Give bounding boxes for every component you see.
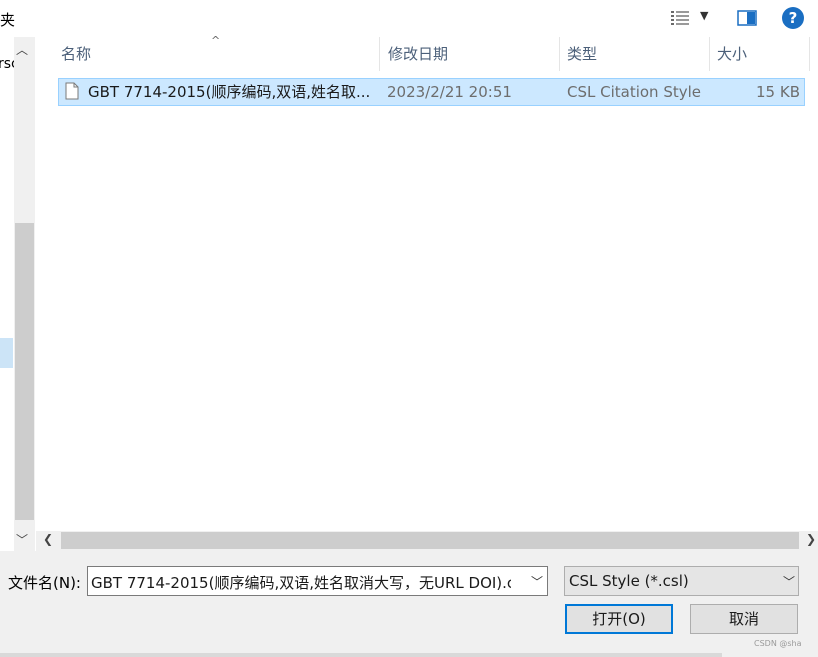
watermark: CSDN @sha <box>754 639 802 648</box>
file-name: GBT 7714-2015(顺序编码,双语,姓名取... <box>88 83 371 101</box>
toolbar <box>0 0 818 37</box>
column-header-size[interactable]: 大小 <box>709 37 809 71</box>
sort-ascending-icon: ^ <box>211 34 221 47</box>
open-button[interactable]: 打开(O) <box>565 604 673 634</box>
scroll-down-icon[interactable]: ﹀ <box>16 531 28 548</box>
file-type: CSL Citation Style <box>567 83 702 101</box>
nav-selected-highlight <box>0 338 13 368</box>
chevron-down-icon[interactable]: ﹀ <box>531 573 543 590</box>
help-icon[interactable]: ? <box>782 7 804 29</box>
column-header-type[interactable]: 类型 <box>559 37 709 71</box>
file-list <box>36 37 818 531</box>
scroll-right-icon[interactable]: ❯ <box>806 532 816 546</box>
horizontal-scrollbar-thumb[interactable] <box>61 532 799 549</box>
filename-value[interactable]: GBT 7714-2015(顺序编码,双语,姓名取消大写，无URL DOI).c… <box>91 572 511 593</box>
preview-pane-icon[interactable] <box>737 10 757 26</box>
details-view-icon[interactable] <box>670 10 690 26</box>
scroll-left-icon[interactable]: ❮ <box>43 532 53 546</box>
nav-scrollbar-thumb[interactable] <box>15 223 34 520</box>
document-icon <box>65 82 79 100</box>
chevron-down-icon[interactable]: ﹀ <box>783 573 795 590</box>
window-bottom-edge <box>0 653 722 657</box>
scroll-up-icon[interactable]: ︿ <box>16 41 28 58</box>
breadcrumb[interactable]: 夹 <box>0 9 15 30</box>
filename-label: 文件名(N): <box>8 574 81 592</box>
file-size: 15 KB <box>756 83 800 101</box>
column-separator <box>809 37 810 71</box>
file-type-filter-value[interactable]: CSL Style (*.csl) <box>569 572 689 590</box>
view-dropdown-icon[interactable]: ▼ <box>700 9 708 22</box>
file-modified: 2023/2/21 20:51 <box>387 83 512 101</box>
column-header-modified[interactable]: 修改日期 <box>380 37 559 71</box>
cancel-button[interactable]: 取消 <box>690 604 798 634</box>
